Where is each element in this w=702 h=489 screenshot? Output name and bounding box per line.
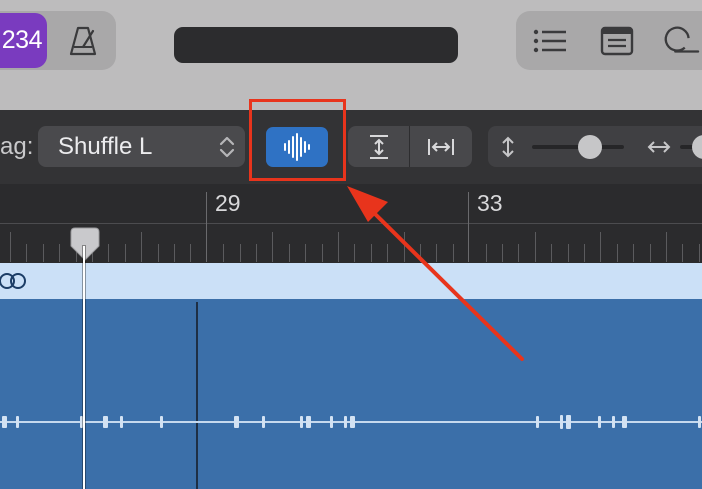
annotation-arrow [347, 186, 524, 361]
